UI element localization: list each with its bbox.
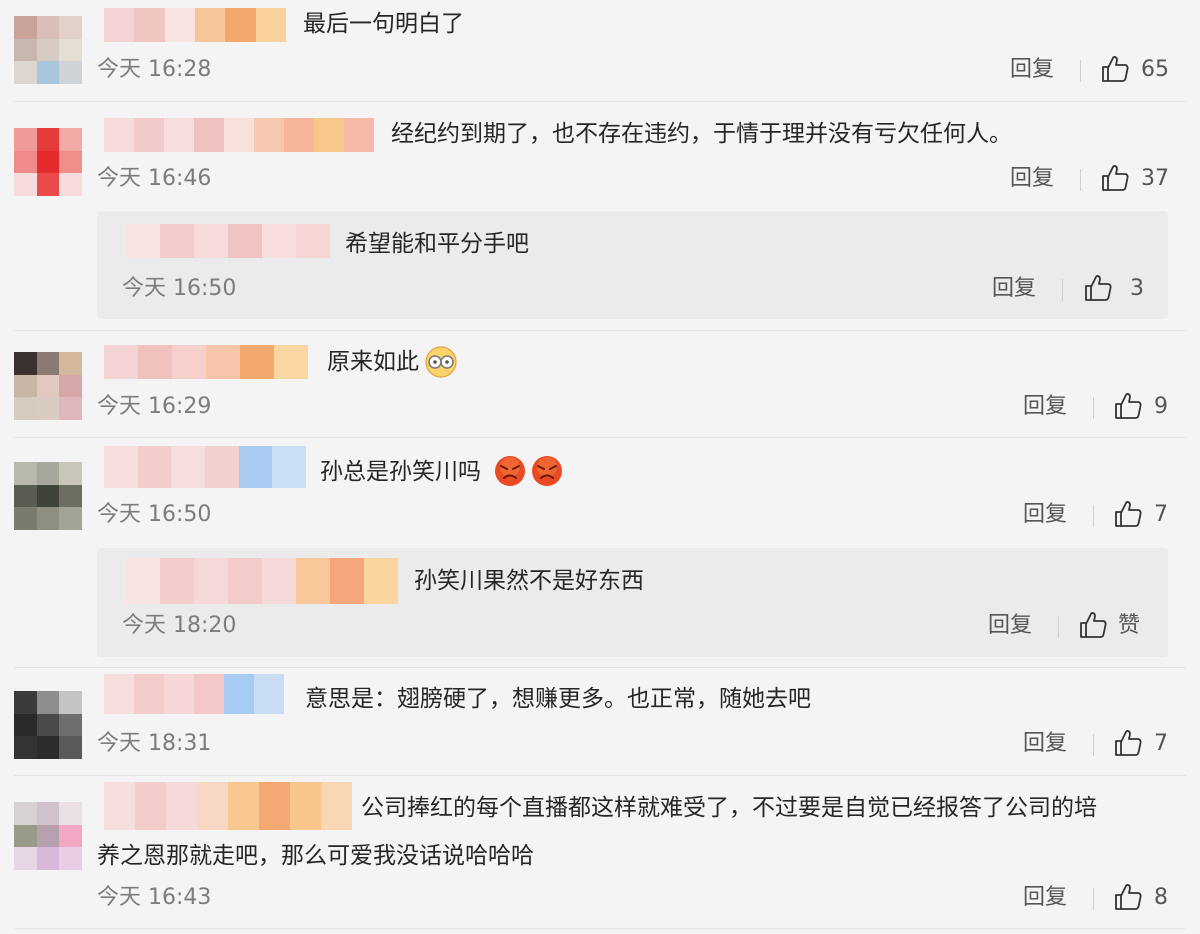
like-count: 9: [1154, 394, 1168, 419]
reply-button[interactable]: 回复: [988, 611, 1032, 641]
comment-text: 最后一句明白了: [303, 11, 464, 37]
thumbs-up-icon[interactable]: [1113, 499, 1143, 529]
username[interactable]: [104, 8, 286, 42]
comment-text: 经纪约到期了，也不存在违约，于情于理并没有亏欠任何人。: [391, 121, 1012, 147]
avatar[interactable]: [14, 128, 82, 196]
comment-time: 今天 16:43: [97, 885, 212, 910]
separator: [1080, 60, 1081, 82]
like-count: 8: [1154, 885, 1168, 910]
divider: [14, 928, 1186, 929]
thumbs-up-icon[interactable]: [1083, 273, 1113, 303]
comment-time: 今天 16:50: [97, 502, 212, 527]
reply-time: 今天 18:20: [122, 613, 237, 638]
reply-button[interactable]: 回复: [1010, 164, 1054, 194]
avatar[interactable]: [14, 352, 82, 420]
reply-text: 孙笑川果然不是好东西: [414, 568, 644, 594]
username[interactable]: [104, 345, 308, 379]
reply-button[interactable]: 回复: [992, 274, 1036, 304]
dazed-emoji-icon: [425, 346, 457, 378]
thumbs-up-icon[interactable]: [1100, 54, 1130, 84]
comment-text: 意思是：翅膀硬了，想赚更多。也正常，随她去吧: [305, 686, 811, 712]
comment-text: 孙总是孙笑川吗: [320, 459, 481, 485]
reply-time: 今天 16:50: [122, 276, 237, 301]
comment-text: 原来如此: [327, 349, 419, 375]
reply-text: 希望能和平分手吧: [345, 231, 529, 257]
like-count: 7: [1154, 502, 1168, 527]
comment-time: 今天 18:31: [97, 731, 212, 756]
thumbs-up-icon[interactable]: [1113, 882, 1143, 912]
thumbs-up-icon[interactable]: [1113, 391, 1143, 421]
reply-button[interactable]: 回复: [1023, 500, 1067, 530]
thumbs-up-icon[interactable]: [1078, 610, 1108, 640]
reply-button[interactable]: 回复: [1010, 55, 1054, 85]
divider: [14, 101, 1186, 102]
avatar[interactable]: [14, 691, 82, 759]
comment-text: 养之恩那就走吧，那么可爱我没话说哈哈哈: [97, 843, 534, 869]
reply-button[interactable]: 回复: [1023, 729, 1067, 759]
thumbs-up-icon[interactable]: [1100, 163, 1130, 193]
reply-button[interactable]: 回复: [1023, 392, 1067, 422]
separator: [1093, 888, 1094, 910]
divider: [14, 330, 1186, 331]
comment-time: 今天 16:46: [97, 166, 212, 191]
separator: [1080, 169, 1081, 191]
reply-button[interactable]: 回复: [1023, 883, 1067, 913]
separator: [1093, 397, 1094, 419]
avatar[interactable]: [14, 16, 82, 84]
divider: [14, 775, 1186, 776]
comment-time: 今天 16:29: [97, 394, 212, 419]
comment-time: 今天 16:28: [97, 57, 212, 82]
thumbs-up-icon[interactable]: [1113, 728, 1143, 758]
angry-emoji-icon: [532, 456, 562, 486]
username[interactable]: [126, 558, 398, 604]
separator: [1093, 505, 1094, 527]
avatar[interactable]: [14, 462, 82, 530]
angry-emoji-icon: [495, 456, 525, 486]
username[interactable]: [104, 118, 374, 152]
username[interactable]: [104, 674, 284, 714]
like-count: 7: [1154, 731, 1168, 756]
separator: [1093, 734, 1094, 756]
username[interactable]: [104, 446, 307, 488]
username[interactable]: [104, 782, 352, 830]
separator: [1062, 279, 1063, 301]
comment-text: 公司捧红的每个直播都这样就难受了，不过要是自觉已经报答了公司的培: [361, 795, 1097, 821]
avatar[interactable]: [14, 802, 82, 870]
like-count: 37: [1141, 166, 1169, 191]
username[interactable]: [126, 224, 330, 258]
divider: [14, 667, 1186, 668]
like-count: 65: [1141, 57, 1169, 82]
divider: [14, 437, 1186, 438]
separator: [1058, 616, 1059, 638]
like-count: 3: [1130, 276, 1144, 301]
like-button[interactable]: 赞: [1118, 611, 1140, 641]
